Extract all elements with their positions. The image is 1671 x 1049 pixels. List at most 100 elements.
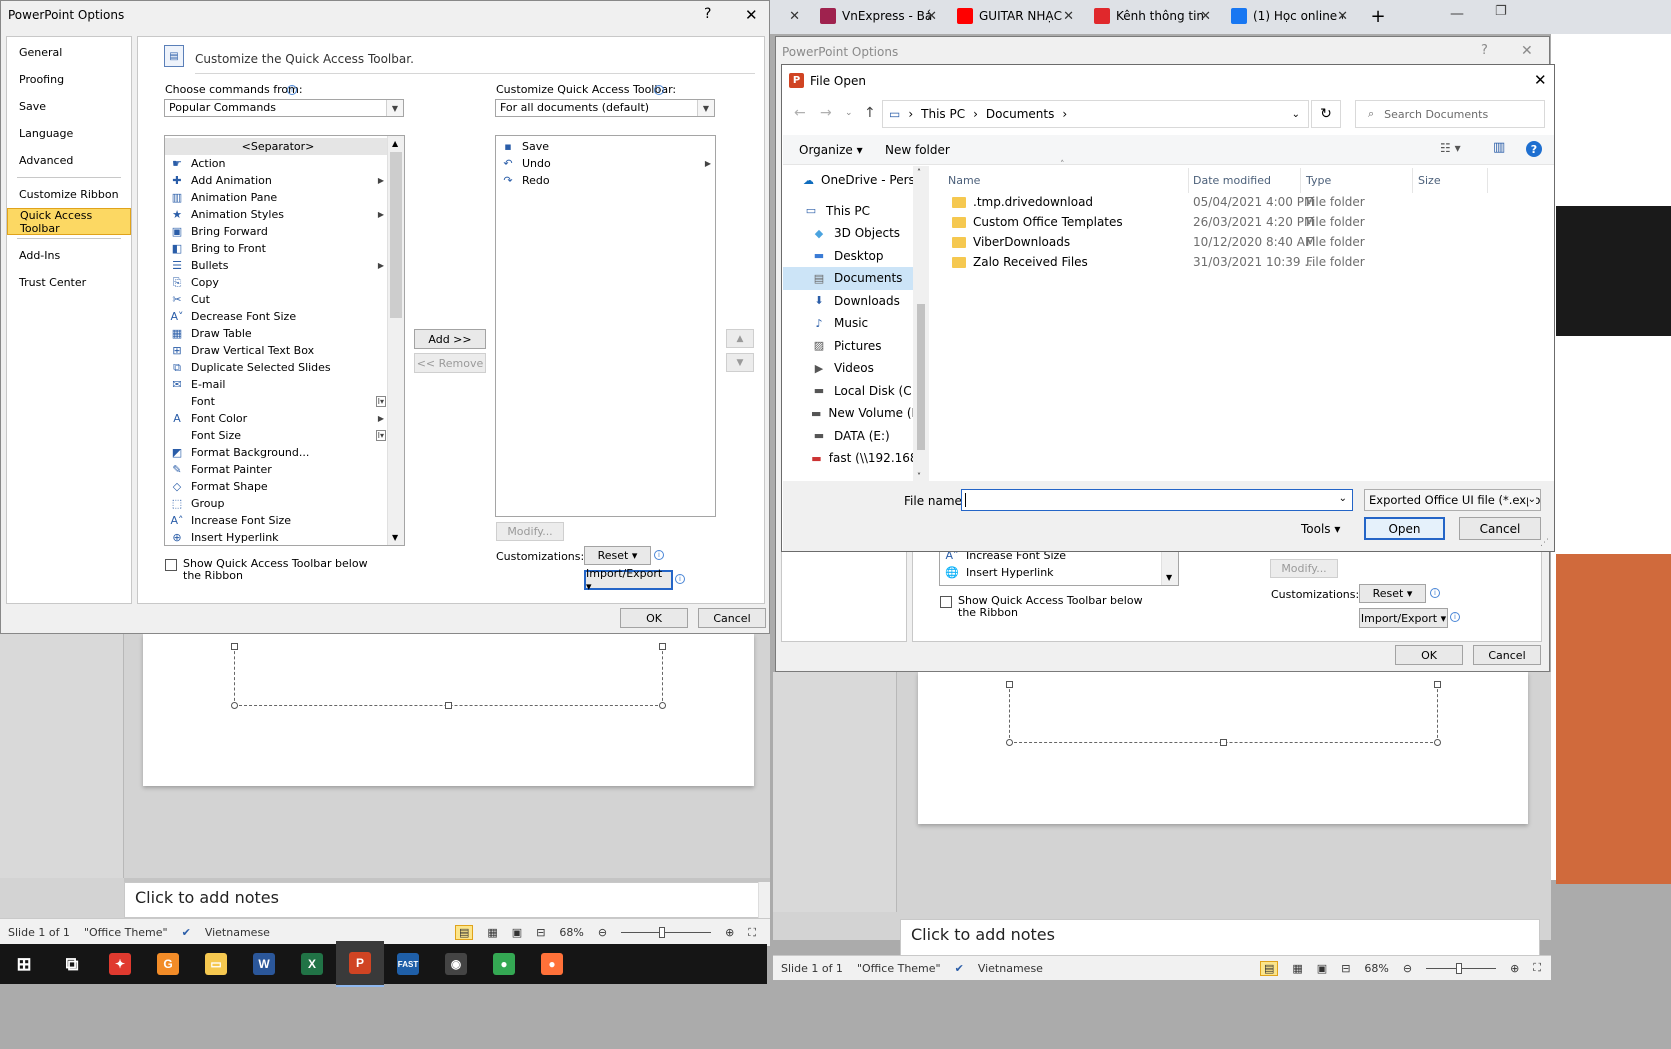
scroll-up-icon[interactable]: ▲ [392,139,398,148]
tree-scrollbar[interactable]: ˄ ˅ [913,166,929,481]
help-icon[interactable]: ? [1526,141,1542,157]
resize-handle[interactable] [659,702,666,709]
slide-sorter-icon[interactable]: ▦ [487,926,497,939]
command-item[interactable]: ⊞ Draw Vertical Text Box [165,342,404,359]
command-item[interactable]: ▣ Bring Forward [165,223,404,240]
app-icon-1[interactable]: ✦ [96,941,144,987]
search-box[interactable]: ⌕ Search Documents [1355,100,1545,128]
add-button[interactable]: Add >> [414,329,486,349]
tree-item[interactable]: ▭ This PC [783,200,929,223]
close-button[interactable]: ✕ [745,6,758,24]
slide-canvas[interactable] [143,634,754,786]
tree-item[interactable]: ◆ 3D Objects [783,222,929,245]
back-button[interactable]: ← [794,105,806,121]
column-date[interactable]: Date modified [1193,174,1271,187]
slideshow-icon[interactable]: ⊟ [1341,962,1350,975]
spellcheck-icon[interactable]: ✔ [955,962,964,975]
show-below-label[interactable]: Show Quick Access Toolbar below the Ribb… [183,558,383,582]
notes-pane[interactable]: Click to add notes [900,919,1540,957]
scroll-down-icon[interactable]: ▼ [392,533,398,542]
breadcrumb-documents[interactable]: Documents [986,107,1054,121]
reset-button[interactable]: Reset ▾ [1359,584,1426,603]
address-bar[interactable]: ▭ › This PC › Documents › ⌄ [882,100,1309,128]
remove-button[interactable]: << Remove [414,353,486,373]
command-item[interactable]: A˅ Decrease Font Size [165,308,404,325]
file-row[interactable]: ViberDownloads 10/12/2020 8:40 AM File fol… [930,232,1490,252]
list-item[interactable]: 🌐 Insert Hyperlink [940,564,1178,581]
command-item[interactable]: ✚ Add Animation ▶ [165,172,404,189]
tree-item[interactable]: ♪ Music [783,312,929,335]
fast-icon[interactable]: FAST [384,941,432,987]
chrome-icon[interactable]: ● [480,941,528,987]
command-item[interactable]: A˄ Increase Font Size [165,512,404,529]
fit-slide-icon[interactable]: ⛶ [1533,961,1541,975]
textbox-placeholder[interactable] [234,646,663,706]
show-below-checkbox[interactable] [940,596,952,608]
firefox-icon[interactable]: ● [528,941,576,987]
zoom-level[interactable]: 68% [559,926,583,939]
forward-button[interactable]: → [820,105,832,121]
zoom-out-icon[interactable]: ⊖ [1403,962,1412,975]
column-name[interactable]: Name [948,174,980,187]
reading-view-icon[interactable]: ▣ [1317,962,1327,975]
close-icon[interactable]: ✕ [1063,9,1074,24]
textbox-placeholder[interactable] [1009,684,1438,743]
organize-button[interactable]: Organize ▾ [799,143,863,157]
command-item[interactable]: ⊕ Insert Hyperlink [165,529,404,545]
command-item[interactable]: ▦ Draw Table [165,325,404,342]
qat-item[interactable]: ▪ Save [496,138,715,155]
ok-button[interactable]: OK [620,608,688,628]
cancel-button[interactable]: Cancel [1459,517,1541,540]
nav-item-proofing[interactable]: Proofing [7,66,131,93]
ok-button[interactable]: OK [1395,645,1463,665]
command-item[interactable]: A Font Color ▶ [165,410,404,427]
view-options-icon[interactable]: ☷ ▾ [1440,141,1461,155]
zoom-level[interactable]: 68% [1364,962,1388,975]
commands-scrollbar[interactable]: ▲ ▼ [387,136,404,545]
file-name-input[interactable]: ⌄ [961,489,1353,511]
browser-tab[interactable]: GUITAR NHẠC ✕ [947,0,1084,32]
chevron-down-icon[interactable]: ⌄ [1527,494,1536,505]
scroll-down-icon[interactable]: ▼ [1166,573,1172,582]
zoom-slider[interactable] [1426,962,1497,974]
tree-item[interactable]: ▬ fast (\\192.168.2 [783,447,929,470]
close-button[interactable]: ✕ [1521,43,1533,59]
refresh-button[interactable]: ↻ [1311,100,1341,128]
scroll-up-icon[interactable]: ˄ [917,168,921,177]
language-label[interactable]: Vietnamese [978,962,1043,975]
resize-handle[interactable] [445,702,452,709]
commands-scrollbar[interactable]: ▼ [1161,547,1178,585]
command-item[interactable]: ◩ Format Background... [165,444,404,461]
tree-item[interactable]: ▨ Pictures [783,335,929,358]
minimize-button[interactable]: — [1450,6,1464,22]
word-icon[interactable]: W [240,941,288,987]
reading-view-icon[interactable]: ▣ [512,926,522,939]
tree-item[interactable]: ▬ Desktop [783,245,929,268]
new-folder-button[interactable]: New folder [885,143,950,157]
help-button[interactable]: ? [1481,43,1488,58]
nav-item-language[interactable]: Language [7,120,131,147]
cancel-button[interactable]: Cancel [1473,645,1541,665]
command-item[interactable]: ☰ Bullets ▶ [165,257,404,274]
tree-item[interactable]: ☁ OneDrive - Person [783,169,929,192]
tree-item[interactable]: ▤ Documents [783,267,929,290]
chevron-down-icon[interactable]: ▼ [386,100,403,116]
normal-view-icon[interactable]: ▤ [454,925,474,940]
import-export-button[interactable]: Import/Export ▾ [1359,608,1448,628]
zoom-in-icon[interactable]: ⊕ [725,926,734,939]
close-icon[interactable]: ✕ [1337,9,1348,24]
recent-chevron-icon[interactable]: ⌄ [845,108,853,118]
tree-item[interactable]: ▶ Videos [783,357,929,380]
resize-handle[interactable] [1434,739,1441,746]
nav-item-quick-access-toolbar[interactable]: Quick Access Toolbar [7,208,131,235]
spellcheck-icon[interactable]: ✔ [182,926,191,939]
excel-icon[interactable]: X [288,941,336,987]
chevron-down-icon[interactable]: ⌄ [1339,493,1347,504]
zoom-in-icon[interactable]: ⊕ [1510,962,1519,975]
slide-sorter-icon[interactable]: ▦ [1292,962,1302,975]
resize-grip-icon[interactable]: ⋰ [1540,538,1549,548]
command-item[interactable]: ⧉ Duplicate Selected Slides [165,359,404,376]
nav-item-general[interactable]: General [7,39,131,66]
new-tab-button[interactable]: + [1366,5,1390,27]
close-icon[interactable]: ✕ [789,9,800,24]
